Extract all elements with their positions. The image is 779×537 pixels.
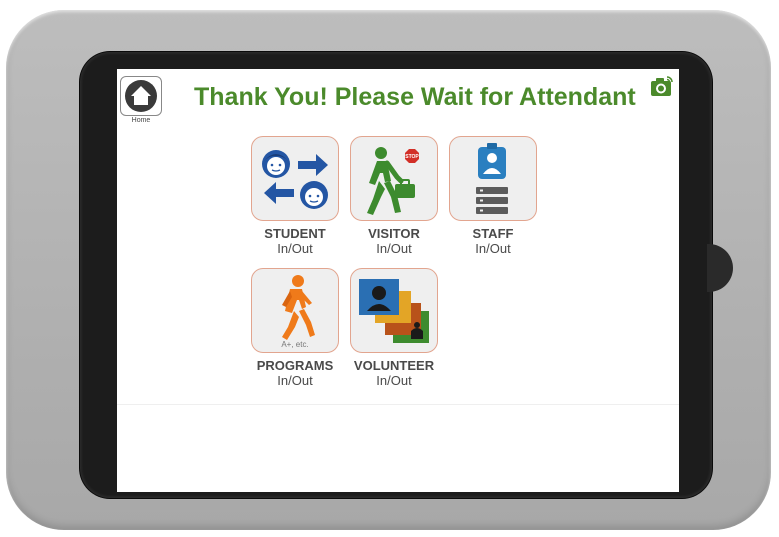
student-swap-icon <box>262 150 328 209</box>
student-tile-subtitle: In/Out <box>277 241 313 256</box>
visitor-tile[interactable]: STOP <box>350 136 438 221</box>
visitor-walking-icon: STOP <box>367 147 419 215</box>
kiosk-screen: Home Thank You! Please Wait for Attendan… <box>117 69 679 492</box>
content-divider <box>117 404 679 405</box>
volunteer-tile-title: VOLUNTEER <box>353 358 435 373</box>
page-title: Thank You! Please Wait for Attendant <box>194 83 636 111</box>
staff-tile[interactable] <box>449 136 537 221</box>
home-icon <box>125 80 157 112</box>
programs-tile[interactable]: A+, etc. <box>251 268 339 353</box>
visitor-tile-subtitle: In/Out <box>376 241 412 256</box>
home-button[interactable] <box>120 76 162 116</box>
stop-sign-text: STOP <box>405 154 419 160</box>
camera-button[interactable] <box>650 75 674 97</box>
student-tile-title: STUDENT <box>264 226 326 241</box>
programs-caption: A+, etc. <box>281 340 309 349</box>
staff-badge-icon <box>476 143 508 214</box>
student-tile[interactable] <box>251 136 339 221</box>
visitor-tile-title: VISITOR <box>368 226 420 241</box>
volunteer-stack-icon <box>359 279 429 343</box>
staff-tile-title: STAFF <box>472 226 514 241</box>
volunteer-tile-subtitle: In/Out <box>376 373 412 388</box>
programs-tile-subtitle: In/Out <box>277 373 313 388</box>
home-label: Home <box>131 117 151 124</box>
staff-tile-subtitle: In/Out <box>475 241 511 256</box>
volunteer-tile[interactable] <box>350 268 438 353</box>
camera-icon <box>651 76 673 96</box>
programs-tile-title: PROGRAMS <box>256 358 334 373</box>
